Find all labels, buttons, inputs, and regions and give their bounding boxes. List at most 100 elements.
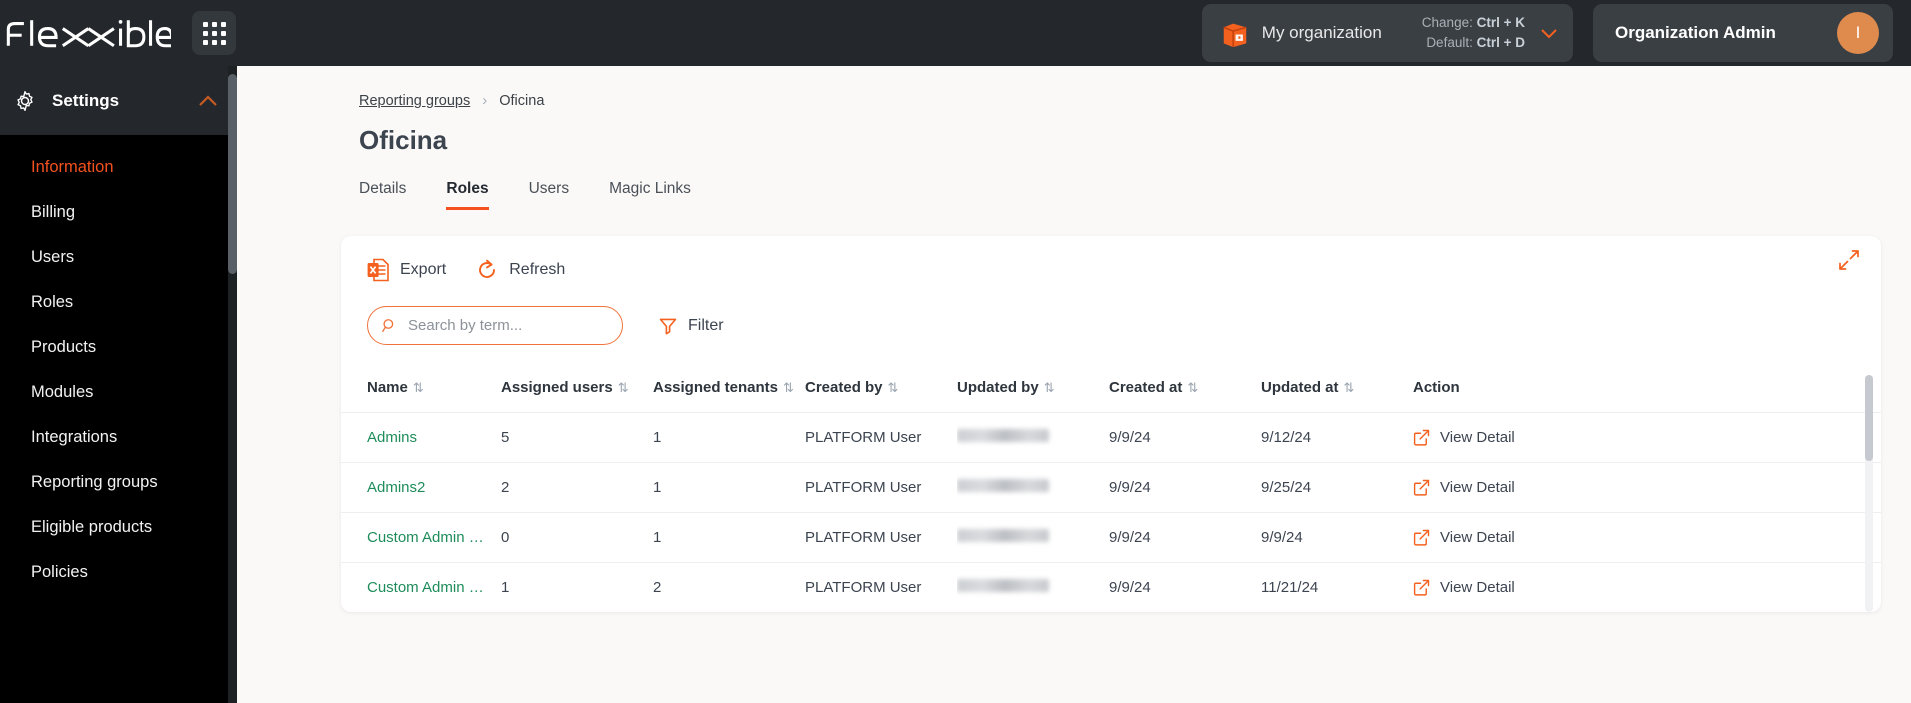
organization-selector[interactable]: My organization Change: Ctrl + K Default… [1201,4,1573,62]
column-header-assigned-tenants[interactable]: Assigned tenants ⇅ [653,367,805,413]
cell-name: Admins2 [341,462,501,513]
cell-name: Admins [341,412,501,463]
search-input[interactable] [408,317,608,334]
sidebar-item-label: Policies [31,563,88,581]
table-row[interactable]: Custom Admin Rol... 0 1 PLATFORM User 9/… [341,512,1881,563]
cell-updated-at: 9/9/24 [1261,512,1413,563]
account-menu[interactable]: Organization Admin I [1593,4,1893,62]
sidebar-item-label: Information [31,158,114,176]
sort-icon[interactable]: ⇅ [1344,380,1355,395]
column-header-created-at[interactable]: Created at ⇅ [1109,367,1261,413]
column-label: Updated by [957,379,1039,396]
apps-grid-button[interactable] [192,11,236,55]
sidebar-item-label: Products [31,338,97,356]
sort-icon[interactable]: ⇅ [1044,380,1055,395]
column-label: Name [367,379,408,396]
column-header-created-by[interactable]: Created by ⇅ [805,367,957,413]
top-bar: My organization Change: Ctrl + K Default… [0,0,1911,66]
sidebar-item-integrations[interactable]: Integrations [0,415,237,460]
column-label: Assigned users [501,379,613,396]
shortcut-default-keys: Ctrl + D [1476,35,1525,50]
sort-icon[interactable]: ⇅ [618,380,629,395]
sidebar-nav: Information Billing Users Roles Products… [0,135,237,595]
sidebar-section-settings[interactable]: Settings [0,66,237,135]
cell-created-by: PLATFORM User [805,562,957,612]
view-detail-button[interactable]: View Detail [1413,429,1881,446]
column-label: Created at [1109,379,1183,396]
sidebar-item-roles[interactable]: Roles [0,280,237,325]
export-button[interactable]: Export [367,258,446,282]
sort-icon[interactable]: ⇅ [888,380,899,395]
column-header-updated-by[interactable]: Updated by ⇅ [957,367,1109,413]
sidebar-item-label: Eligible products [31,518,153,536]
view-detail-label: View Detail [1440,579,1515,596]
sidebar-item-modules[interactable]: Modules [0,370,237,415]
refresh-icon [479,259,496,278]
avatar[interactable]: I [1837,12,1879,54]
view-detail-label: View Detail [1440,479,1515,496]
sidebar-item-users[interactable]: Users [0,235,237,280]
export-label: Export [400,261,447,278]
cell-created-by: PLATFORM User [805,512,957,563]
sidebar-item-reporting-groups[interactable]: Reporting groups [0,460,237,505]
column-label: Created by [805,379,883,396]
role-name-link[interactable]: Admins [367,429,417,446]
cell-created-at: 9/9/24 [1109,562,1261,612]
search-box[interactable] [367,306,623,345]
view-detail-button[interactable]: View Detail [1413,479,1881,496]
role-name-link[interactable]: Custom Admin Rol... [367,529,491,546]
filter-button[interactable]: Filter [659,317,724,335]
column-header-updated-at[interactable]: Updated at ⇅ [1261,367,1413,413]
tab-roles[interactable]: Roles [446,180,489,210]
chevron-down-icon[interactable] [1539,26,1559,40]
column-header-assigned-users[interactable]: Assigned users ⇅ [501,367,653,413]
app-root: My organization Change: Ctrl + K Default… [0,0,1911,703]
table-scrollbar-thumb[interactable] [1865,375,1873,461]
sidebar-item-billing[interactable]: Billing [0,190,237,235]
main-inner: Reporting groups › Oficina Oficina Detai… [237,66,1911,210]
sidebar-item-label: Reporting groups [31,473,158,491]
shortcut-change-keys: Ctrl + K [1476,15,1525,31]
column-label: Action [1413,379,1460,396]
external-link-icon [1413,529,1430,546]
expand-arrows-icon[interactable] [1839,250,1859,270]
role-name-link[interactable]: Admins2 [367,479,425,496]
table-row[interactable]: Admins2 2 1 PLATFORM User 9/9/24 9/25/24 [341,462,1881,513]
sidebar-scrollbar[interactable] [228,66,237,703]
table-row[interactable]: Custom Admin Rol... 1 2 PLATFORM User 9/… [341,562,1881,612]
tab-magic-links[interactable]: Magic Links [609,180,691,210]
tab-users[interactable]: Users [529,180,569,210]
sidebar-item-label: Roles [31,293,74,311]
sort-icon[interactable]: ⇅ [413,380,424,395]
column-label: Updated at [1261,379,1339,396]
view-detail-button[interactable]: View Detail [1413,529,1881,546]
sidebar: Settings Information Billing Users Roles… [0,66,237,703]
top-bar-right: My organization Change: Ctrl + K Default… [1201,0,1911,66]
sidebar-item-products[interactable]: Products [0,325,237,370]
sidebar-item-policies[interactable]: Policies [0,550,237,595]
table-row[interactable]: Admins 5 1 PLATFORM User 9/9/24 9/12/24 [341,412,1881,463]
redacted-value [957,429,1049,442]
brand-logo[interactable] [0,18,176,48]
column-header-name[interactable]: Name ⇅ [341,367,501,413]
breadcrumb-parent-link[interactable]: Reporting groups [359,93,470,109]
excel-export-icon [367,258,389,282]
sort-icon[interactable]: ⇅ [783,380,794,395]
redacted-value [957,529,1049,542]
roles-table-wrapper: Name ⇅ Assigned users ⇅ Assigned tenants ⇅ … [341,367,1881,612]
table-scrollbar[interactable] [1865,375,1873,612]
refresh-button[interactable]: Refresh [476,259,565,281]
role-name-link[interactable]: Custom Admin Rol... [367,579,491,596]
cell-updated-by [957,412,1109,463]
sidebar-scrollbar-thumb[interactable] [228,74,237,274]
chevron-up-icon[interactable] [197,94,219,108]
sidebar-item-eligible-products[interactable]: Eligible products [0,505,237,550]
view-detail-button[interactable]: View Detail [1413,579,1881,596]
sidebar-item-information[interactable]: Information [0,145,237,190]
external-link-icon [1413,429,1430,446]
tab-details[interactable]: Details [359,180,406,210]
cell-updated-at: 9/25/24 [1261,462,1413,513]
roles-table: Name ⇅ Assigned users ⇅ Assigned tenants ⇅ … [341,367,1881,612]
sort-icon[interactable]: ⇅ [1187,380,1198,395]
cell-assigned-tenants: 2 [653,562,805,612]
